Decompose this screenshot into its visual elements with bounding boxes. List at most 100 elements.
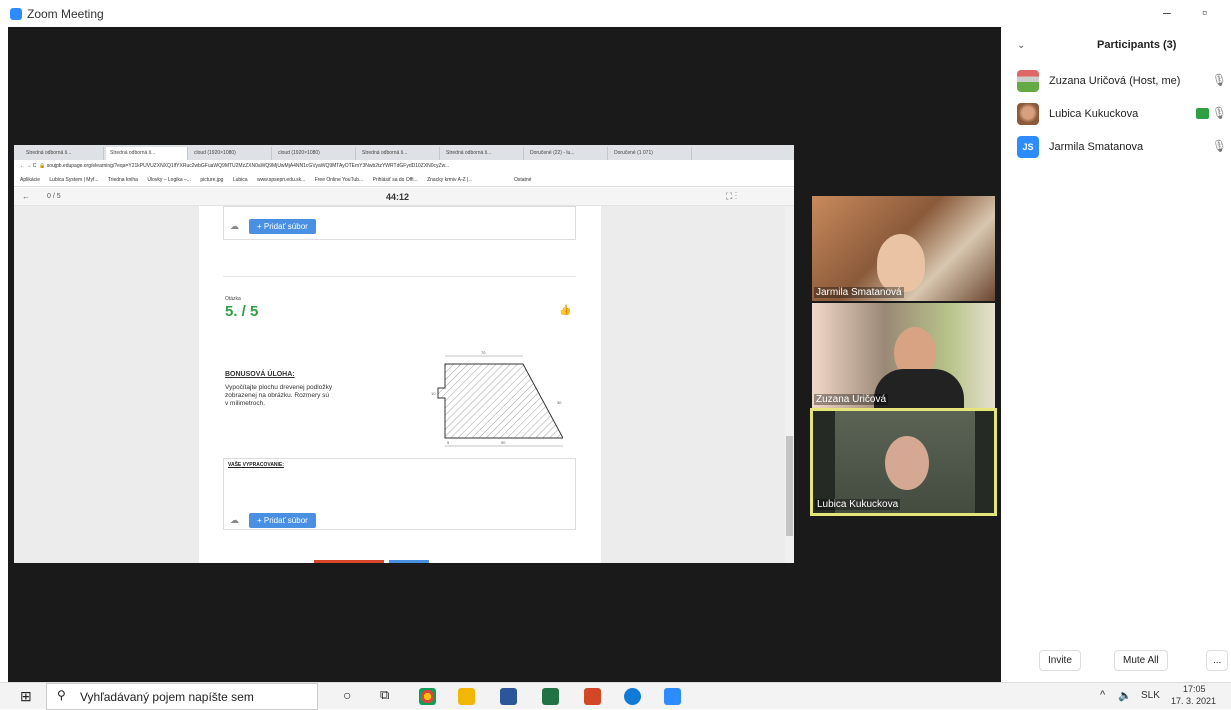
word-icon[interactable] xyxy=(500,688,517,705)
window-title: Zoom Meeting xyxy=(27,7,104,21)
divider xyxy=(223,276,576,277)
bookmark[interactable]: Prihlásiť sa do Offi... xyxy=(373,177,418,183)
minimize-button[interactable]: – xyxy=(1163,4,1171,20)
bookmark[interactable]: Triedna kniha xyxy=(108,177,138,183)
bookmark[interactable]: www.spsepn.edu.sk... xyxy=(257,177,305,183)
participant-video xyxy=(885,436,929,490)
mute-all-button[interactable]: Mute All xyxy=(1114,650,1168,671)
participant-name: Zuzana Uričová (Host, me) xyxy=(1049,75,1181,87)
fullscreen-icon[interactable]: ⛶ ⋮ xyxy=(726,191,737,202)
file-explorer-icon[interactable] xyxy=(458,688,475,705)
browser-tab[interactable]: cloud (1920×1080) xyxy=(274,147,356,160)
restore-button[interactable]: ▫ xyxy=(1202,4,1207,20)
question-label: Otázka xyxy=(225,296,241,302)
chrome-icon[interactable] xyxy=(419,688,436,705)
video-on-icon[interactable] xyxy=(1196,108,1209,119)
cloud-icon: ☁ xyxy=(230,221,239,231)
video-tile[interactable]: Zuzana Uričová xyxy=(812,303,995,408)
upload-box: ☁ + Pridať súbor xyxy=(223,206,576,240)
bookmark[interactable]: Lubica xyxy=(233,177,248,183)
scroll-thumb[interactable] xyxy=(786,436,793,536)
bookmark[interactable]: Free Online YouTub... xyxy=(315,177,363,183)
participant-video xyxy=(877,234,925,292)
bonus-text: Vypočítajte plochu drevenej podložky zob… xyxy=(225,384,333,407)
zoom-taskbar-icon[interactable] xyxy=(664,688,681,705)
quiz-progress: 0 / 5 xyxy=(47,193,61,200)
browser-tab[interactable]: Doručené (22) - lu... xyxy=(526,147,608,160)
bookmark[interactable]: picture.jpg xyxy=(200,177,223,183)
back-icon[interactable]: ← → C 🔒 xyxy=(20,163,47,169)
url-text: soujpb.edupage.org/elearning/?eqa=Y21kPU… xyxy=(46,163,450,169)
more-button[interactable]: ... xyxy=(1206,650,1229,671)
active-speaker-tile[interactable]: Lubica Kukuckova xyxy=(810,408,997,516)
add-file-button[interactable]: + Pridať súbor xyxy=(249,513,316,528)
browser-tab[interactable]: Stredná odborná š... xyxy=(22,147,104,160)
svg-text:30: 30 xyxy=(557,400,562,405)
browser-tab[interactable]: Stredná odborná š... xyxy=(358,147,440,160)
avatar-initials: JS xyxy=(1017,136,1039,158)
zoom-logo-icon xyxy=(10,8,22,20)
edge-icon[interactable] xyxy=(624,688,641,705)
orange-button-edge xyxy=(314,560,384,563)
thumbs-up-icon: 👍 xyxy=(559,305,572,316)
browser-tab-strip: Stredná odborná š... Stredná odborná š..… xyxy=(14,145,794,160)
windows-taskbar: ⊞ ⚲ Vyhľadávaný pojem napíšte sem ○ ⧉ ^ … xyxy=(0,682,1231,710)
cloud-icon: ☁ xyxy=(230,515,239,525)
powerpoint-icon[interactable] xyxy=(584,688,601,705)
language-indicator[interactable]: SLK xyxy=(1141,690,1160,701)
answer-label: VAŠE VYPRACOVANIE: xyxy=(228,462,284,468)
search-placeholder: Vyhľadávaný pojem napíšte sem xyxy=(80,690,254,704)
bookmark[interactable]: Úlovky – Logika –... xyxy=(147,177,191,183)
excel-icon[interactable] xyxy=(542,688,559,705)
windows-start-icon[interactable]: ⊞ xyxy=(20,688,32,705)
bookmark[interactable]: Aplikácie xyxy=(20,177,40,183)
search-icon: ⚲ xyxy=(57,688,66,702)
add-file-button[interactable]: + Pridať súbor xyxy=(249,219,316,234)
quiz-timer: 44:12 xyxy=(386,192,410,202)
svg-text:5: 5 xyxy=(447,440,450,445)
participant-name: Lubica Kukuckova xyxy=(1049,108,1139,120)
scrollbar[interactable] xyxy=(785,206,794,563)
bookmark-other[interactable]: Ostatné xyxy=(514,177,532,183)
browser-tab[interactable]: Stredná odborná š... xyxy=(442,147,524,160)
svg-text:10: 10 xyxy=(431,391,436,396)
volume-icon[interactable]: 🔈 xyxy=(1118,689,1132,702)
browser-tab[interactable]: cloud (1920×1080) xyxy=(190,147,272,160)
mic-icon[interactable]: 🎙 xyxy=(1212,139,1227,153)
bookmarks-bar: Aplikácie Lubica System | Myf... Triedna… xyxy=(14,174,794,187)
bookmark[interactable]: Znacky krmiv A-Z |... xyxy=(427,177,472,183)
bonus-title: BONUSOVÁ ÚLOHA: xyxy=(225,371,295,378)
clock-date[interactable]: 17. 3. 2021 xyxy=(1171,696,1216,706)
participant-row[interactable]: JS Jarmila Smatanova 🎙 xyxy=(1017,135,1227,161)
tray-chevron-icon[interactable]: ^ xyxy=(1100,689,1105,701)
video-name: Jarmila Smatanová xyxy=(814,287,904,298)
question-score: 5. / 5 xyxy=(225,303,259,320)
video-tile[interactable]: Jarmila Smatanová xyxy=(812,196,995,301)
taskbar-search[interactable]: ⚲ Vyhľadávaný pojem napíšte sem xyxy=(46,683,318,710)
collapse-chevron-icon[interactable]: ⌄ xyxy=(1017,40,1025,51)
svg-text:90: 90 xyxy=(501,440,506,445)
cortana-icon[interactable]: ○ xyxy=(343,687,351,703)
participant-row[interactable]: Zuzana Uričová (Host, me) 🎙 xyxy=(1017,69,1227,95)
quiz-toolbar: ← 0 / 5 44:12 ⛶ ⋮ xyxy=(14,188,794,206)
shared-screen: Stredná odborná š... Stredná odborná š..… xyxy=(14,145,794,563)
video-name: Lubica Kukuckova xyxy=(815,499,901,510)
participants-panel: ⌄ Participants (3) Zuzana Uričová (Host,… xyxy=(1001,27,1231,682)
invite-button[interactable]: Invite xyxy=(1039,650,1081,671)
mic-icon[interactable]: 🎙 xyxy=(1212,106,1227,120)
back-arrow-icon[interactable]: ← xyxy=(22,192,30,201)
blue-button-edge xyxy=(389,560,429,563)
browser-tab[interactable]: Doručené (1 071) xyxy=(610,147,692,160)
answer-box[interactable]: VAŠE VYPRACOVANIE: ☁ + Pridať súbor xyxy=(223,458,576,530)
task-view-icon[interactable]: ⧉ xyxy=(380,687,389,703)
wooden-pad-drawing: 70 30 90 5 10 xyxy=(431,350,563,447)
quiz-content-area: ☁ + Pridať súbor Otázka 5. / 5 👍 BONUSOV… xyxy=(14,206,794,563)
mic-icon[interactable]: 🎙 xyxy=(1212,73,1227,87)
browser-tab-active[interactable]: Stredná odborná š... xyxy=(106,147,188,160)
participant-name: Jarmila Smatanova xyxy=(1049,141,1144,153)
participant-row[interactable]: Lubica Kukuckova 🎙 xyxy=(1017,102,1227,128)
title-bar: Zoom Meeting – ▫ xyxy=(0,0,1231,27)
address-bar[interactable]: ← → C 🔒 soujpb.edupage.org/elearning/?eq… xyxy=(14,160,794,174)
clock-time[interactable]: 17:05 xyxy=(1183,684,1206,694)
bookmark[interactable]: Lubica System | Myf... xyxy=(49,177,98,183)
